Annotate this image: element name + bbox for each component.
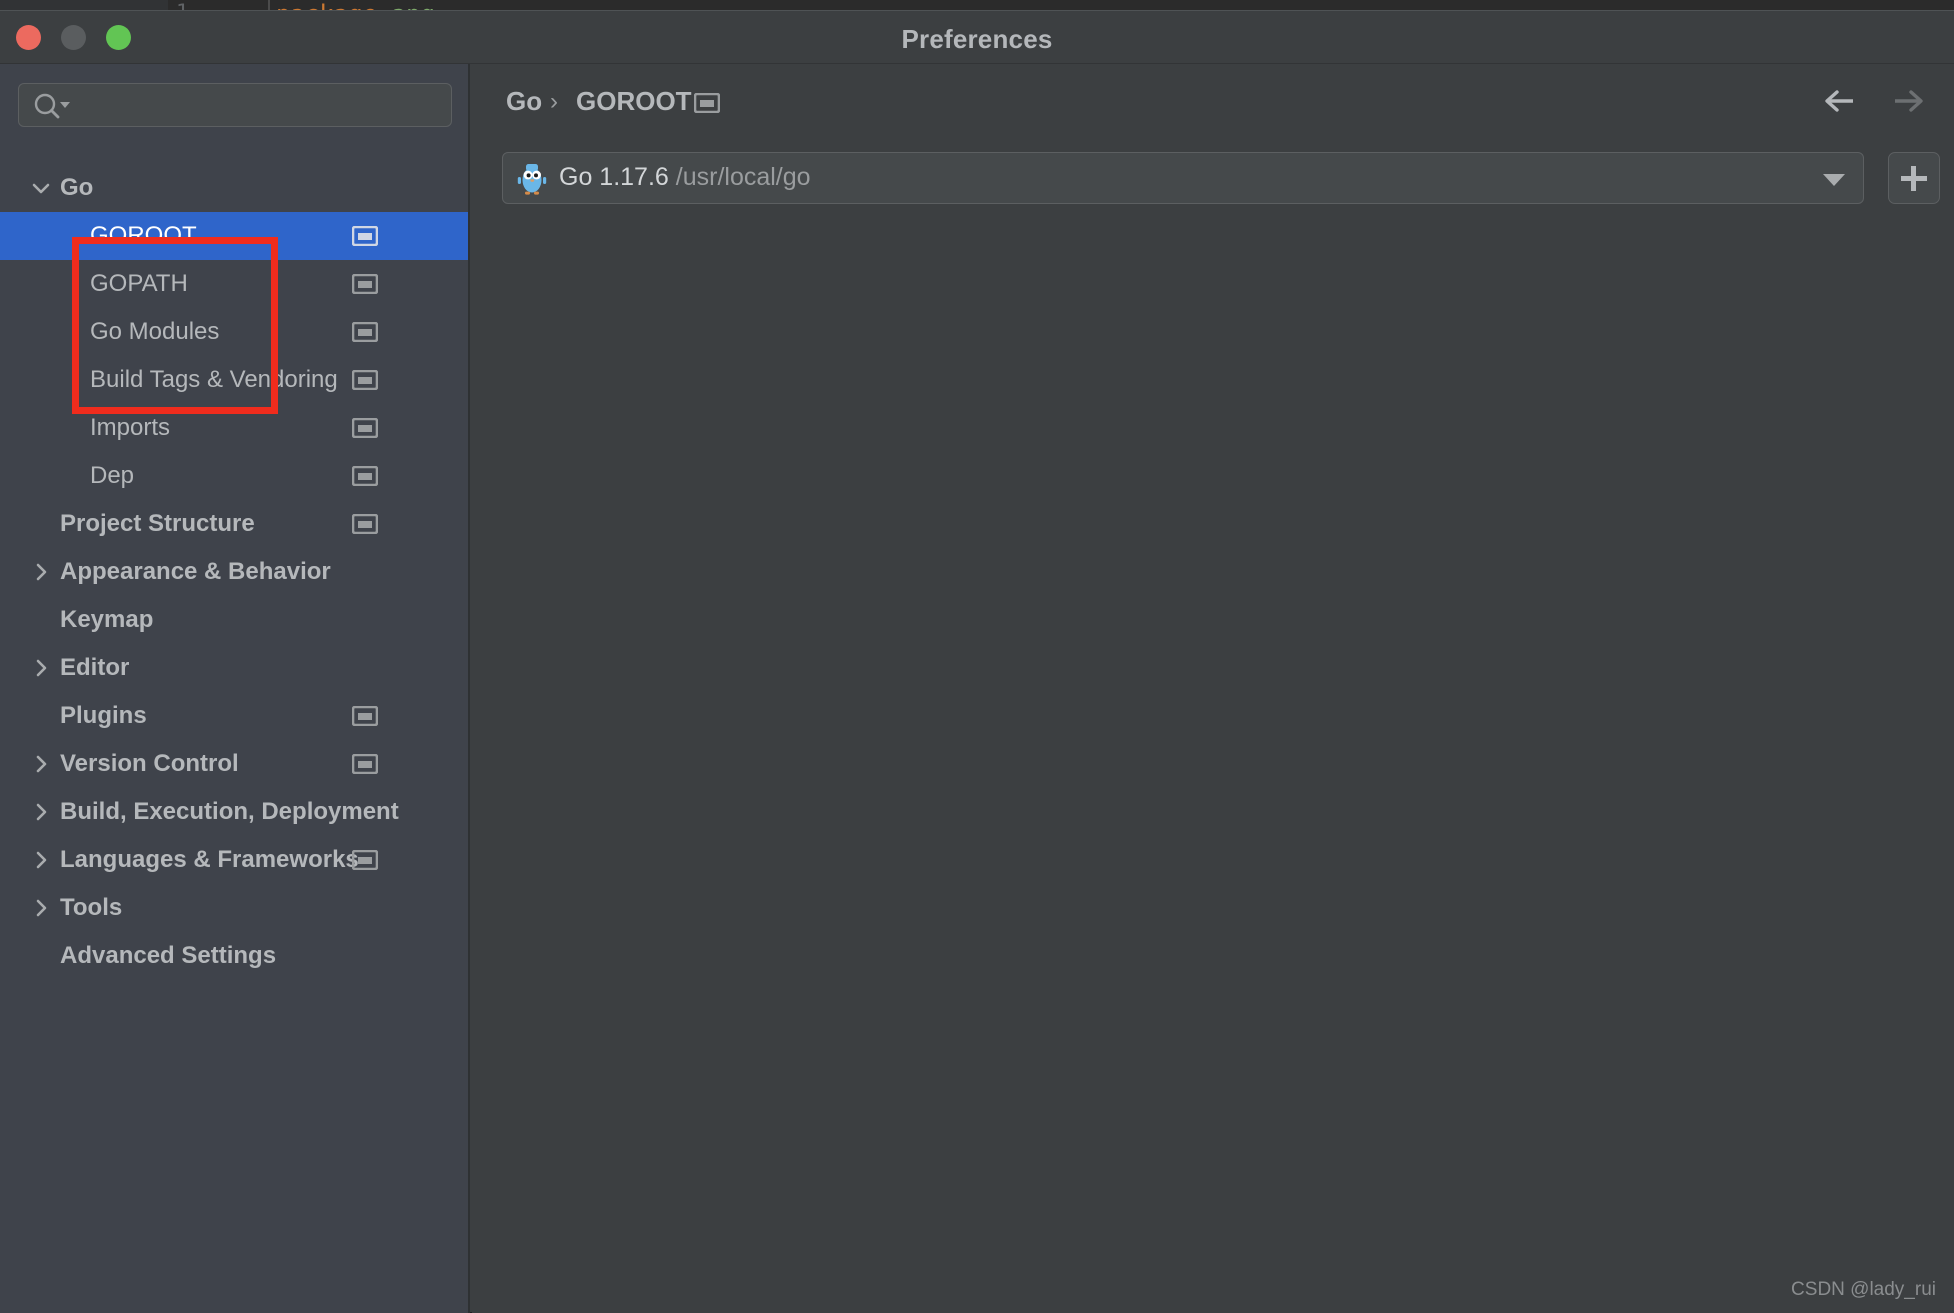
settings-frame-icon[interactable] bbox=[352, 418, 378, 438]
settings-content-pane: Go › GOROOT Go 1.17.6 /usr/local/go CSDN… bbox=[472, 64, 1954, 1313]
sidebar-item-dep[interactable]: Dep bbox=[0, 452, 468, 500]
sidebar-item-label: Plugins bbox=[60, 702, 147, 729]
search-icon bbox=[34, 93, 70, 119]
sidebar-item-appearance-behavior[interactable]: Appearance & Behavior bbox=[0, 548, 468, 596]
sidebar-item-label: Keymap bbox=[60, 606, 154, 633]
navigation-buttons bbox=[1820, 86, 1928, 116]
sidebar-item-build-execution-deployment[interactable]: Build, Execution, Deployment bbox=[0, 788, 468, 836]
sidebar-item-plugins[interactable]: Plugins bbox=[0, 692, 468, 740]
chevron-right-icon[interactable] bbox=[30, 657, 52, 679]
sidebar-item-imports[interactable]: Imports bbox=[0, 404, 468, 452]
watermark: CSDN @lady_rui bbox=[1791, 1279, 1936, 1300]
settings-frame-icon[interactable] bbox=[352, 226, 378, 246]
sidebar-item-label: Imports bbox=[90, 414, 171, 441]
sidebar-item-label: GOROOT bbox=[90, 222, 197, 249]
goroot-sdk-path: /usr/local/go bbox=[675, 163, 811, 191]
goroot-sdk-row: Go 1.17.6 /usr/local/go bbox=[502, 152, 1940, 204]
breadcrumb: Go › GOROOT bbox=[472, 64, 1954, 142]
chevron-down-icon[interactable] bbox=[30, 177, 52, 199]
sidebar-item-label: Go Modules bbox=[90, 318, 220, 345]
sidebar-item-go-modules[interactable]: Go Modules bbox=[0, 308, 468, 356]
sidebar-item-label: Go bbox=[60, 174, 94, 201]
settings-frame-icon[interactable] bbox=[352, 706, 378, 726]
settings-frame-icon bbox=[694, 93, 720, 113]
chevron-right-icon[interactable] bbox=[30, 561, 52, 583]
chevron-right-icon[interactable] bbox=[30, 753, 52, 775]
sidebar-item-build-tags-vendoring[interactable]: Build Tags & Vendoring bbox=[0, 356, 468, 404]
sidebar-item-gopath[interactable]: GOPATH bbox=[0, 260, 468, 308]
sidebar-item-tools[interactable]: Tools bbox=[0, 884, 468, 932]
breadcrumb-leaf: GOROOT bbox=[576, 86, 692, 116]
settings-sidebar: Go GOROOT GOPATH Go Modules Build Tags & Ven… bbox=[0, 64, 470, 1313]
settings-frame-icon[interactable] bbox=[352, 850, 378, 870]
sidebar-item-label: Build Tags & Vendoring bbox=[90, 366, 338, 393]
sidebar-item-label: Version Control bbox=[60, 750, 239, 777]
search-field[interactable] bbox=[18, 83, 452, 128]
goroot-sdk-version: Go 1.17.6 bbox=[559, 163, 669, 191]
sidebar-item-label: Tools bbox=[60, 894, 123, 921]
settings-frame-icon[interactable] bbox=[352, 754, 378, 774]
sidebar-item-languages-frameworks[interactable]: Languages & Frameworks bbox=[0, 836, 468, 884]
arrow-left-icon[interactable] bbox=[1820, 86, 1860, 116]
settings-frame-icon[interactable] bbox=[352, 466, 378, 486]
sidebar-item-editor[interactable]: Editor bbox=[0, 644, 468, 692]
settings-frame-icon[interactable] bbox=[352, 274, 378, 294]
sidebar-item-goroot[interactable]: GOROOT bbox=[0, 212, 468, 260]
search-input[interactable] bbox=[75, 84, 449, 128]
preferences-dialog: Preferences Go GOROOT GOPATH Go Modules Buil… bbox=[0, 10, 1954, 1313]
plus-icon-vertical bbox=[1911, 166, 1916, 191]
settings-frame-icon[interactable] bbox=[352, 370, 378, 390]
sidebar-item-version-control[interactable]: Version Control bbox=[0, 740, 468, 788]
sidebar-item-project-structure[interactable]: Project Structure bbox=[0, 500, 468, 548]
add-sdk-button[interactable] bbox=[1888, 152, 1940, 204]
window-title: Preferences bbox=[901, 24, 1053, 54]
sidebar-item-label: Project Structure bbox=[60, 510, 255, 537]
breadcrumb-root[interactable]: Go bbox=[506, 86, 542, 117]
sidebar-item-keymap[interactable]: Keymap bbox=[0, 596, 468, 644]
sidebar-item-label: Build, Execution, Deployment bbox=[60, 798, 399, 825]
settings-frame-icon[interactable] bbox=[352, 514, 378, 534]
sidebar-item-label: Languages & Frameworks bbox=[60, 846, 359, 873]
goroot-sdk-combobox[interactable]: Go 1.17.6 /usr/local/go bbox=[502, 152, 1864, 204]
settings-tree: Go GOROOT GOPATH Go Modules Build Tags & Ven… bbox=[0, 164, 468, 980]
sidebar-item-advanced-settings[interactable]: Advanced Settings bbox=[0, 932, 468, 980]
chevron-right-icon[interactable] bbox=[30, 801, 52, 823]
chevron-down-icon[interactable] bbox=[1823, 174, 1845, 186]
goroot-sdk-text: Go 1.17.6 /usr/local/go bbox=[559, 163, 811, 192]
sidebar-item-label: GOPATH bbox=[90, 270, 188, 297]
sidebar-item-go[interactable]: Go bbox=[0, 164, 468, 212]
chevron-right-icon[interactable] bbox=[30, 897, 52, 919]
sidebar-item-label: Advanced Settings bbox=[60, 942, 277, 969]
sidebar-item-label: Editor bbox=[60, 654, 130, 681]
chevron-right-icon[interactable] bbox=[30, 849, 52, 871]
arrow-right-icon[interactable] bbox=[1888, 86, 1928, 116]
settings-frame-icon[interactable] bbox=[352, 322, 378, 342]
sidebar-item-label: Dep bbox=[90, 462, 135, 489]
dialog-titlebar: Preferences bbox=[0, 11, 1954, 64]
sidebar-item-label: Appearance & Behavior bbox=[60, 558, 331, 585]
go-gopher-icon bbox=[517, 164, 547, 195]
breadcrumb-separator: › bbox=[550, 88, 558, 115]
